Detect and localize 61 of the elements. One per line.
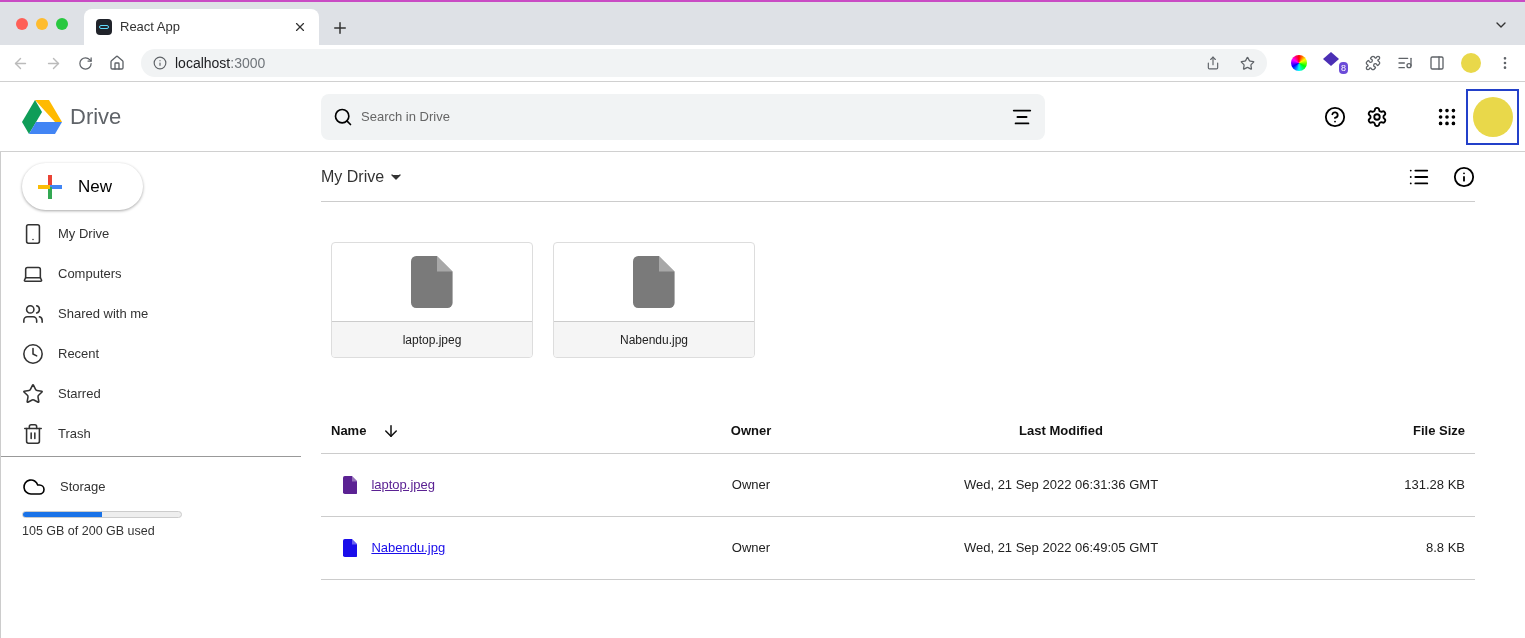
file-card-name: laptop.jpeg — [402, 331, 462, 349]
address-bar[interactable]: localhost:3000 — [141, 49, 1267, 77]
sidebar-item[interactable]: Shared with me — [1, 294, 301, 334]
search-bar[interactable]: Search in Drive — [321, 93, 1045, 140]
recent-icon — [22, 343, 44, 365]
trash-icon — [22, 423, 44, 445]
color-wheel-icon[interactable] — [1291, 55, 1307, 71]
media-list-icon[interactable] — [1397, 55, 1413, 71]
info-icon[interactable] — [1453, 165, 1475, 188]
size-cell-text: 131.28 KB — [1403, 476, 1466, 495]
modified-cell-text: Wed, 21 Sep 2022 06:49:05 GMT — [962, 539, 1160, 558]
account-avatar[interactable] — [1466, 88, 1519, 145]
column-header[interactable]: Last Modified — [851, 420, 1271, 441]
file-icon — [343, 476, 358, 494]
bookmark-star-icon[interactable] — [1240, 55, 1255, 71]
side-panel-icon[interactable] — [1429, 55, 1445, 71]
file-card[interactable]: Nabendu.jpg — [553, 242, 755, 358]
modified-cell-text: Wed, 21 Sep 2022 06:31:36 GMT — [962, 476, 1160, 495]
sidebar-item[interactable]: Computers — [1, 254, 301, 294]
file-icon — [411, 256, 453, 308]
plus-icon — [38, 174, 62, 199]
shared-icon — [22, 303, 44, 325]
close-icon[interactable] — [293, 20, 307, 34]
size-cell-text: 8.8 KB — [1424, 539, 1466, 558]
starred-icon — [22, 383, 44, 405]
file-link[interactable]: Nabendu.jpg — [371, 538, 446, 558]
file-card-name: Nabendu.jpg — [619, 331, 689, 349]
column-header[interactable]: Owner — [651, 420, 851, 441]
column-header[interactable]: Name — [331, 420, 367, 441]
extensions-icon[interactable] — [1365, 55, 1381, 71]
file-link[interactable]: laptop.jpeg — [371, 475, 435, 495]
extension-badge: 8 — [1339, 62, 1348, 74]
sidebar-item[interactable]: Recent — [1, 334, 301, 374]
file-card[interactable]: laptop.jpeg — [331, 242, 533, 358]
reload-icon[interactable] — [78, 55, 93, 71]
info-icon — [153, 56, 167, 70]
address-text: localhost:3000 — [175, 53, 266, 73]
browser-tab[interactable]: React App — [84, 9, 319, 45]
my-drive-dropdown[interactable]: My Drive — [321, 164, 405, 189]
sidebar-item[interactable]: Starred — [1, 374, 301, 414]
home-icon[interactable] — [109, 55, 125, 71]
storage-label: Storage — [60, 478, 106, 497]
sidebar-item[interactable]: Trash — [1, 414, 301, 454]
app-title: Drive — [70, 103, 122, 131]
column-header[interactable]: File Size — [1271, 420, 1475, 441]
sidebar-item[interactable]: My Drive — [1, 214, 301, 254]
help-icon[interactable] — [1324, 105, 1346, 128]
owner-cell-text: Owner — [730, 476, 772, 495]
share-icon[interactable] — [1206, 56, 1220, 70]
new-tab-icon[interactable] — [331, 19, 349, 37]
new-button[interactable]: New — [22, 163, 143, 210]
stack-icon[interactable] — [1323, 52, 1339, 68]
file-icon — [343, 539, 358, 557]
owner-cell-text: Owner — [730, 539, 772, 558]
search-icon — [333, 106, 353, 127]
file-icon — [633, 256, 675, 308]
search-field[interactable]: Search in Drive — [361, 106, 1003, 127]
settings-icon[interactable] — [1366, 105, 1388, 128]
tab-title: React App — [120, 18, 181, 37]
drive-logo-icon — [22, 99, 62, 134]
storage-usage: 105 GB of 200 GB used — [22, 523, 156, 540]
